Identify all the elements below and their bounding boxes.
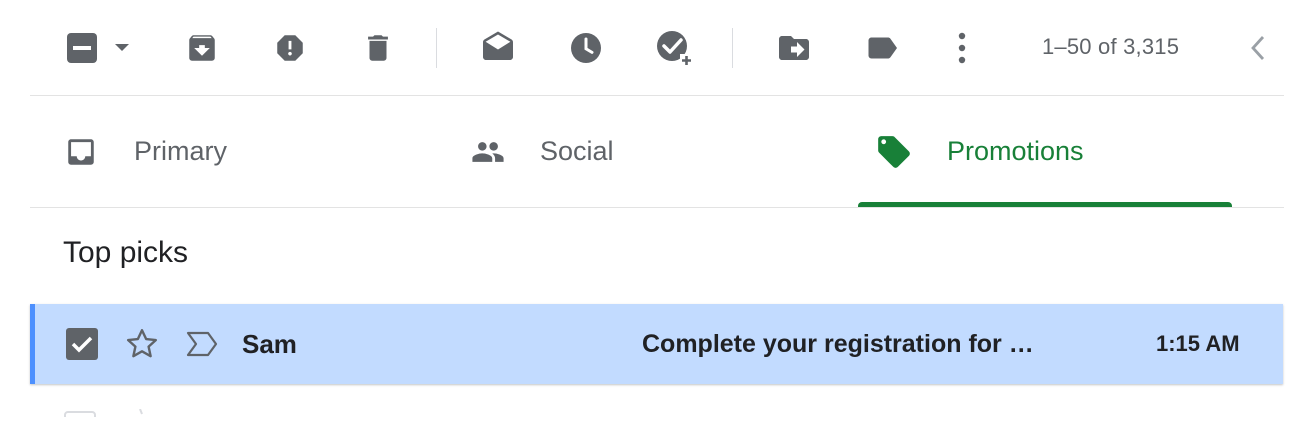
snooze-icon[interactable] bbox=[562, 24, 610, 72]
tag-icon bbox=[875, 133, 913, 171]
add-to-tasks-icon[interactable] bbox=[650, 24, 698, 72]
tab-label: Primary bbox=[134, 136, 227, 166]
email-sender: Sam bbox=[242, 328, 297, 359]
tab-label: Social bbox=[540, 136, 614, 166]
tab-social[interactable]: Social bbox=[468, 96, 614, 207]
next-row-partial bbox=[62, 404, 172, 422]
toolbar-divider bbox=[732, 28, 733, 68]
email-subject: Complete your registration for … bbox=[642, 329, 1034, 358]
row-checkbox[interactable] bbox=[65, 304, 99, 384]
people-icon bbox=[468, 135, 508, 169]
star-icon[interactable] bbox=[123, 304, 161, 384]
report-spam-icon[interactable] bbox=[266, 24, 314, 72]
delete-icon[interactable] bbox=[354, 24, 402, 72]
label-icon[interactable] bbox=[858, 24, 906, 72]
email-time: 1:15 AM bbox=[1156, 331, 1240, 356]
toolbar-divider bbox=[436, 28, 437, 68]
chevron-left-icon[interactable] bbox=[1234, 24, 1282, 72]
inbox-icon bbox=[64, 135, 98, 169]
email-row[interactable]: Sam Complete your registration for … 1:1… bbox=[30, 304, 1283, 384]
category-tabs: Primary Social Promotions bbox=[30, 96, 1284, 208]
importance-marker-icon[interactable] bbox=[185, 304, 219, 384]
select-checkbox-indeterminate-icon[interactable] bbox=[58, 24, 106, 72]
section-title: Top picks bbox=[63, 236, 189, 269]
move-to-icon[interactable] bbox=[770, 24, 818, 72]
pagination-count: 1–50 of 3,315 bbox=[1042, 34, 1180, 59]
mark-as-read-icon[interactable] bbox=[474, 24, 522, 72]
tab-label: Promotions bbox=[947, 136, 1084, 166]
more-vert-icon[interactable] bbox=[938, 24, 986, 72]
checkbox-checked-icon bbox=[66, 328, 98, 360]
chevron-down-icon[interactable] bbox=[104, 24, 140, 72]
tab-primary[interactable]: Primary bbox=[64, 96, 227, 207]
archive-icon[interactable] bbox=[178, 24, 226, 72]
toolbar: 1–50 of 3,315 bbox=[0, 0, 1296, 96]
tab-promotions[interactable]: Promotions bbox=[875, 96, 1084, 207]
tabs-divider-line bbox=[30, 207, 1284, 208]
